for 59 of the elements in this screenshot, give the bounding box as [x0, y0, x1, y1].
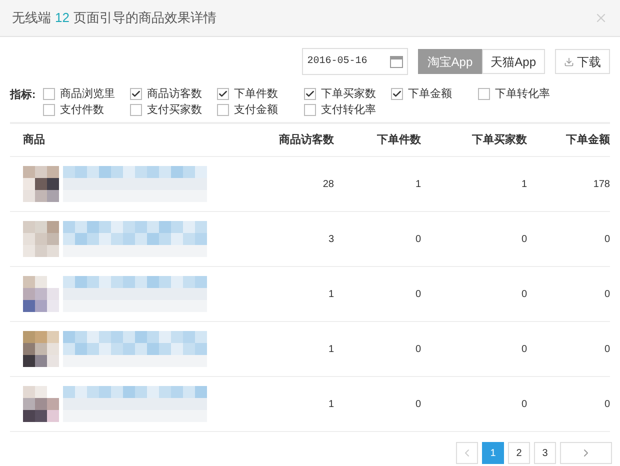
checkbox[interactable] — [478, 88, 490, 100]
table-cell-text: 1 — [327, 398, 334, 412]
table-cell-text: 0 — [414, 342, 421, 356]
checkbox[interactable] — [217, 104, 229, 116]
dialog-title: 页面引导的商品效果详情 — [73, 9, 216, 28]
calendar-icon[interactable] — [390, 55, 404, 68]
app-tab[interactable]: 天猫App — [482, 49, 545, 74]
page-button[interactable]: 3 — [534, 442, 556, 464]
table-cell-text: 3 — [327, 232, 334, 246]
table-cell-text: 178 — [592, 178, 610, 192]
checkbox[interactable] — [304, 88, 316, 100]
checkbox[interactable] — [130, 88, 142, 100]
table-cell-text: 1 — [414, 178, 421, 192]
page-button[interactable]: 2 — [508, 442, 530, 464]
close-icon[interactable] — [594, 11, 608, 25]
table-cell-text: 0 — [520, 398, 527, 412]
download-button[interactable]: 下载 — [555, 49, 610, 74]
date-field[interactable]: 2016-05-16 — [302, 48, 408, 75]
metric-label: 支付转化率 — [321, 102, 376, 118]
table-cell-text: 0 — [520, 232, 527, 246]
checkbox[interactable] — [130, 104, 142, 116]
checkbox[interactable] — [391, 88, 403, 100]
table-cell-text: 0 — [603, 232, 610, 246]
metric-label: 下单买家数 — [321, 86, 376, 102]
table-cell-text: 0 — [603, 288, 610, 302]
table-cell-text: 0 — [603, 398, 610, 412]
table-cell-text: 1 — [327, 288, 334, 302]
table-cell-text: 0 — [414, 232, 421, 246]
column-header: 下单买家数 — [471, 132, 527, 148]
metric-label: 支付金额 — [234, 102, 278, 118]
metric-label: 商品访客数 — [147, 86, 202, 102]
table-cell-text: 1 — [520, 178, 527, 192]
table-cell-text: 0 — [520, 342, 527, 356]
table-cell-text: 28 — [322, 178, 334, 192]
previous-page-button[interactable] — [456, 442, 478, 464]
column-header: 商品 — [22, 132, 46, 148]
metric-label: 商品浏览里 — [60, 86, 115, 102]
page-count: 12 — [55, 9, 70, 28]
metric-label: 下单件数 — [234, 86, 278, 102]
metric-label: 下单转化率 — [495, 86, 550, 102]
column-header: 下单件数 — [376, 132, 421, 148]
metric-label: 支付买家数 — [147, 102, 202, 118]
metric-label: 支付件数 — [60, 102, 104, 118]
table-cell-text: 1 — [327, 342, 334, 356]
column-header: 商品访客数 — [278, 132, 334, 148]
metric-label: 下单金额 — [408, 86, 452, 102]
table-cell-text: 0 — [414, 398, 421, 412]
metrics-label: 指标: — [10, 88, 37, 103]
table-cell-text: 0 — [603, 342, 610, 356]
table-cell-text: 0 — [520, 288, 527, 302]
column-header: 下单金额 — [565, 132, 610, 148]
checkbox[interactable] — [217, 88, 229, 100]
dialog-title: 无线端 — [12, 9, 51, 28]
download-icon — [564, 56, 574, 66]
checkbox[interactable] — [43, 88, 55, 100]
next-page-button[interactable] — [560, 442, 612, 464]
table-cell-text: 0 — [414, 288, 421, 302]
checkbox[interactable] — [43, 104, 55, 116]
checkbox[interactable] — [304, 104, 316, 116]
